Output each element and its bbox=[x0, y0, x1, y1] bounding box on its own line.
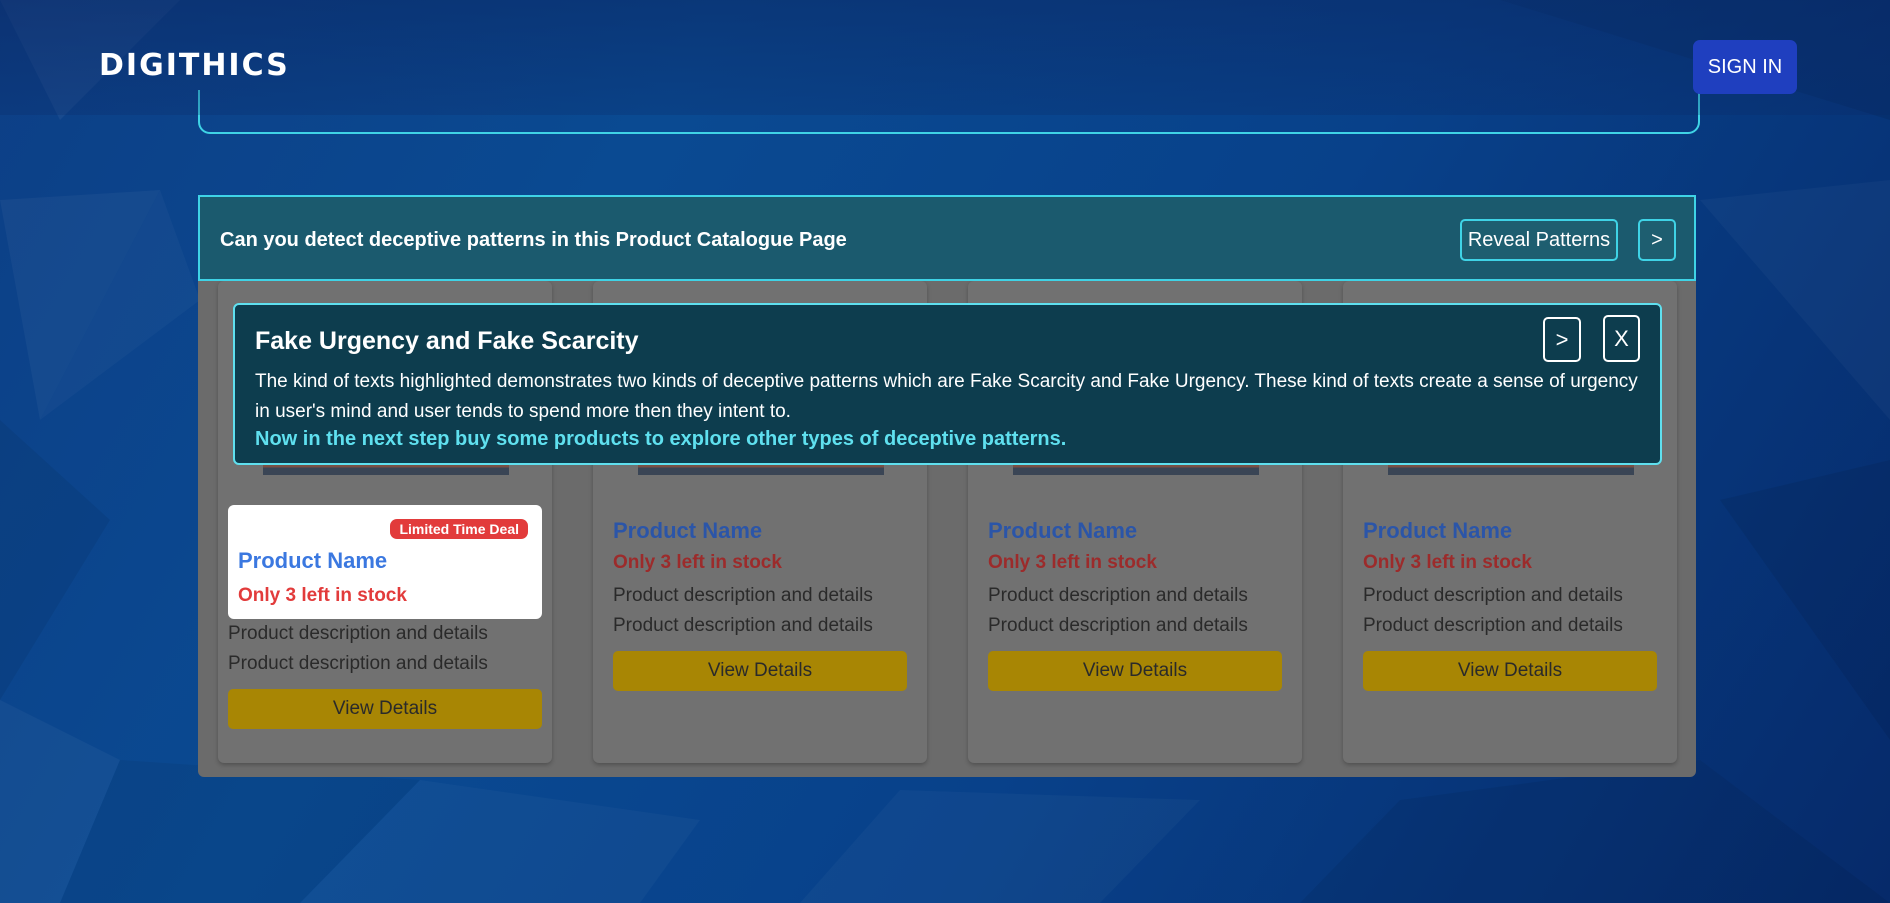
challenge-panel: Can you detect deceptive patterns in thi… bbox=[198, 195, 1696, 777]
popup-next-button[interactable]: > bbox=[1543, 317, 1581, 362]
product-card-details: Product description and details Product … bbox=[228, 619, 542, 729]
product-description: Product description and details bbox=[1363, 615, 1623, 636]
sign-in-button[interactable]: SIGN IN bbox=[1693, 40, 1797, 94]
product-description: Product description and details bbox=[613, 585, 873, 606]
site-logo[interactable]: DIGITHICS bbox=[99, 48, 290, 83]
view-details-button[interactable]: View Details bbox=[228, 689, 542, 729]
reveal-patterns-button[interactable]: Reveal Patterns bbox=[1460, 219, 1618, 261]
product-card-body: Product Name Only 3 left in stock Produc… bbox=[613, 518, 909, 691]
product-description: Product description and details bbox=[228, 653, 488, 674]
view-details-button[interactable]: View Details bbox=[988, 651, 1282, 691]
stock-warning: Only 3 left in stock bbox=[1363, 552, 1532, 573]
product-name[interactable]: Product Name bbox=[1363, 518, 1659, 544]
product-name[interactable]: Product Name bbox=[613, 518, 909, 544]
challenge-title: Can you detect deceptive patterns in thi… bbox=[220, 229, 847, 251]
stock-warning: Only 3 left in stock bbox=[238, 585, 407, 606]
product-description: Product description and details bbox=[228, 623, 488, 644]
view-details-button[interactable]: View Details bbox=[1363, 651, 1657, 691]
stock-warning: Only 3 left in stock bbox=[613, 552, 782, 573]
popup-next-step: Now in the next step buy some products t… bbox=[255, 428, 1067, 450]
limited-time-badge: Limited Time Deal bbox=[390, 519, 528, 539]
stock-warning: Only 3 left in stock bbox=[988, 552, 1157, 573]
product-name[interactable]: Product Name bbox=[238, 548, 387, 574]
product-card-body: Product Name Only 3 left in stock Produc… bbox=[988, 518, 1284, 691]
pattern-explanation-popup: Fake Urgency and Fake Scarcity > X The k… bbox=[233, 303, 1662, 465]
popup-description: The kind of texts highlighted demonstrat… bbox=[255, 371, 1638, 422]
challenge-next-button[interactable]: > bbox=[1638, 219, 1676, 261]
challenge-header: Can you detect deceptive patterns in thi… bbox=[198, 195, 1696, 281]
popup-title: Fake Urgency and Fake Scarcity bbox=[255, 327, 639, 355]
product-description: Product description and details bbox=[1363, 585, 1623, 606]
view-details-button[interactable]: View Details bbox=[613, 651, 907, 691]
highlighted-product-info: Limited Time Deal Product Name Only 3 le… bbox=[228, 505, 542, 619]
product-description: Product description and details bbox=[988, 615, 1248, 636]
site-header: DIGITHICS SIGN IN bbox=[0, 0, 1890, 115]
popup-close-button[interactable]: X bbox=[1603, 315, 1640, 362]
product-description: Product description and details bbox=[988, 585, 1248, 606]
product-description: Product description and details bbox=[613, 615, 873, 636]
product-name[interactable]: Product Name bbox=[988, 518, 1284, 544]
product-card-body: Product Name Only 3 left in stock Produc… bbox=[1363, 518, 1659, 691]
